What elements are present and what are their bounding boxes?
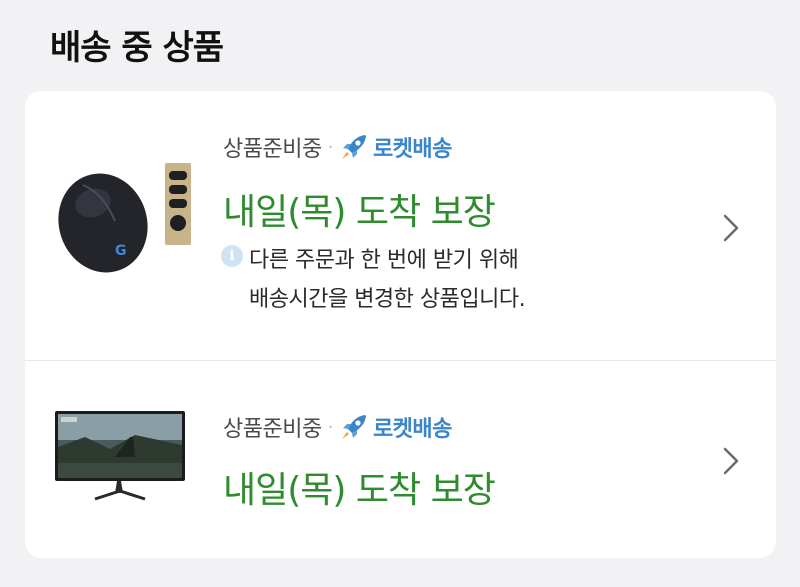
chevron-right-icon[interactable]	[722, 446, 740, 476]
rocket-icon	[341, 415, 366, 439]
notice-line-1: 다른 주문과 한 번에 받기 위해	[249, 248, 519, 273]
shipping-item-monitor[interactable]: 상품준비중 · 로켓배송 내일(목) 도착 보장	[25, 361, 776, 558]
shipping-items-card: G 상품준비중 · 로켓배송 내일(목) 도착 보장 i 다른 주문과 한 번에…	[25, 91, 776, 558]
delivery-type-label: 로켓배송	[372, 417, 452, 442]
notice-line-2: 배송시간을 변경한 상품입니다.	[249, 287, 526, 312]
notice: i 다른 주문과 한 번에 받기 위해 배송시간을 변경한 상품입니다.	[221, 241, 526, 319]
info-icon: i	[221, 245, 243, 267]
product-image-mouse: G	[58, 163, 191, 273]
status-line: 상품준비중 · 로켓배송	[223, 131, 452, 163]
svg-text:G: G	[115, 243, 127, 259]
separator-dot: ·	[327, 136, 334, 158]
separator-dot: ·	[327, 416, 334, 438]
delivery-type-label: 로켓배송	[372, 137, 452, 162]
notice-text: 다른 주문과 한 번에 받기 위해 배송시간을 변경한 상품입니다.	[249, 241, 526, 319]
order-status: 상품준비중	[223, 417, 322, 442]
arrival-guarantee: 내일(목) 도착 보장	[223, 470, 496, 511]
chevron-right-icon[interactable]	[722, 213, 740, 243]
shipping-item-mouse[interactable]: G 상품준비중 · 로켓배송 내일(목) 도착 보장 i 다른 주문과 한 번에…	[25, 91, 776, 360]
section-title: 배송 중 상품	[50, 28, 224, 68]
rocket-icon	[341, 135, 366, 159]
shipping-page: 배송 중 상품 G 상품준비중 · 로켓배송 내일(목) 도착 보장 i 다른 …	[0, 0, 800, 587]
status-line: 상품준비중 · 로켓배송	[223, 411, 452, 443]
arrival-guarantee: 내일(목) 도착 보장	[223, 192, 496, 233]
order-status: 상품준비중	[223, 137, 322, 162]
product-image-monitor	[55, 411, 185, 501]
